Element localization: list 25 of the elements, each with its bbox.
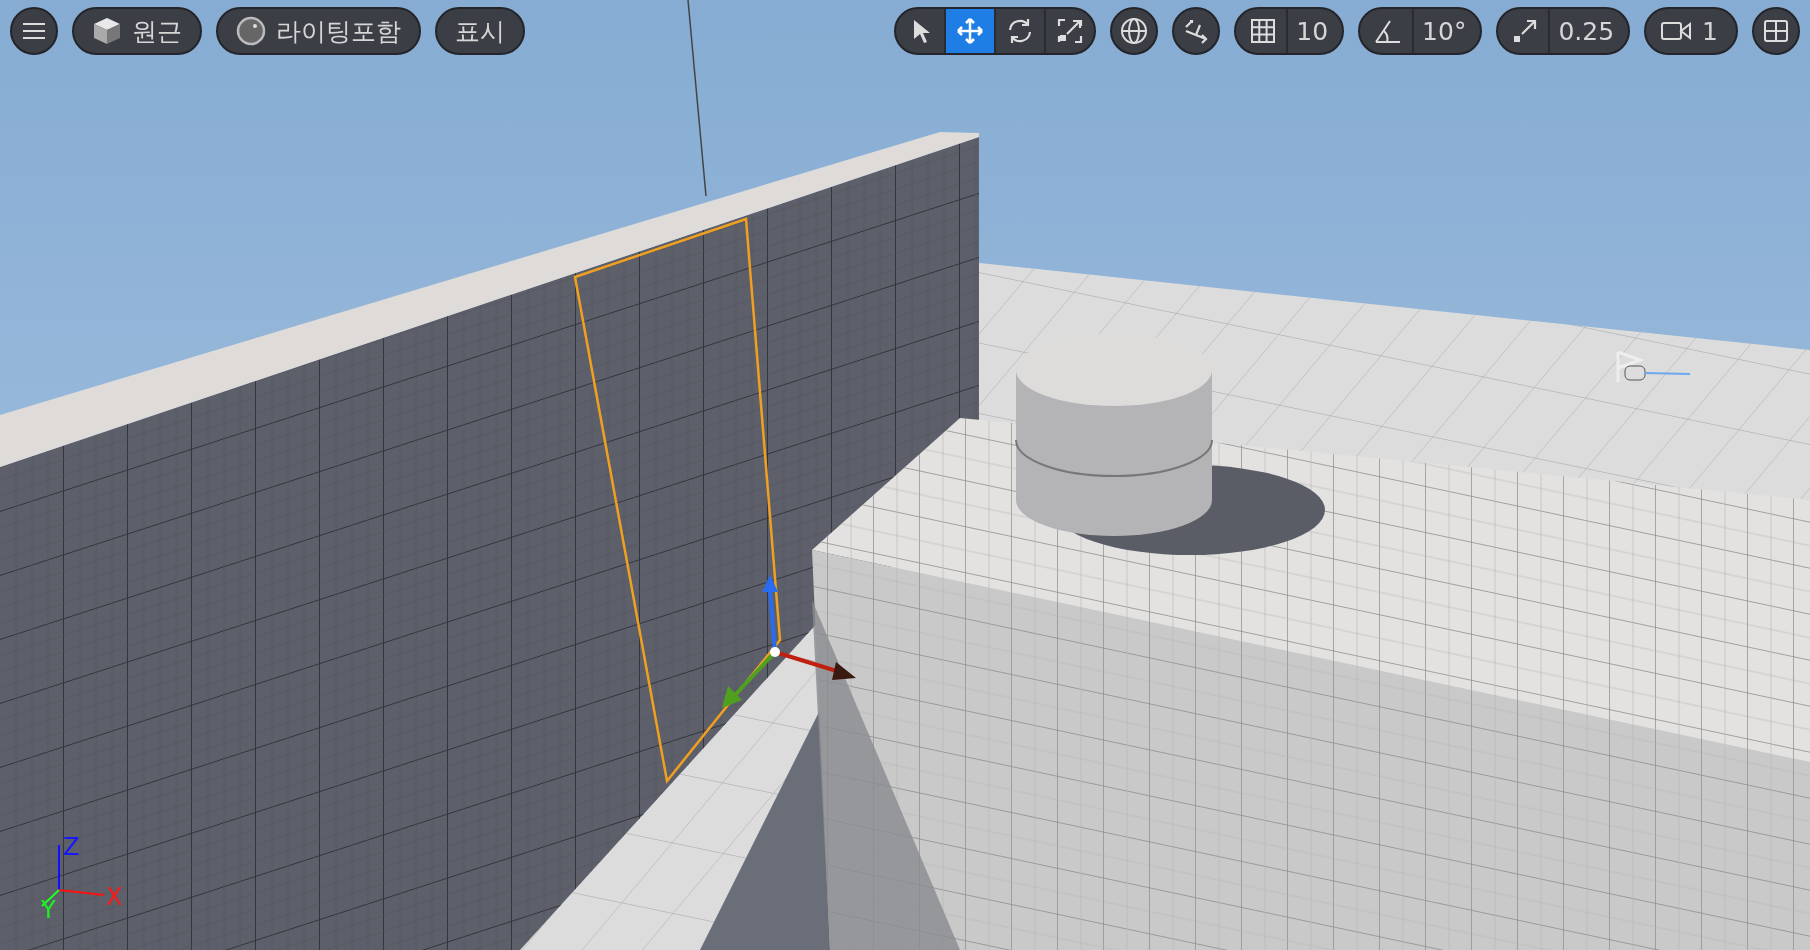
angle-snap-value[interactable]: 10° — [1412, 9, 1481, 53]
grid-snap-value[interactable]: 10 — [1286, 9, 1343, 53]
scale-icon — [1056, 17, 1085, 45]
level-viewport[interactable]: Z Y X 원근 라이팅포함 표시 10 10° 0.25 1 — [0, 0, 1810, 950]
view-mode-button[interactable]: 원근 — [72, 7, 202, 55]
camera-icon — [1660, 19, 1693, 43]
menu-icon — [23, 22, 45, 40]
move-tool-button[interactable] — [944, 9, 995, 53]
sphere-icon — [236, 16, 266, 46]
axis-label: Z — [63, 833, 80, 861]
camera-speed-button[interactable]: 1 — [1644, 7, 1738, 55]
move-icon — [956, 17, 985, 45]
grid-icon — [1250, 18, 1277, 44]
angle-icon — [1374, 18, 1403, 44]
layout-icon — [1763, 18, 1789, 44]
axis-label: X — [106, 883, 123, 911]
transform-gizmo[interactable] — [722, 575, 856, 708]
player-start-flag-icon[interactable] — [1616, 350, 1691, 384]
axis-label: Y — [41, 896, 56, 924]
scale-snap-value[interactable]: 0.25 — [1548, 9, 1629, 53]
lighting-mode-button[interactable]: 라이팅포함 — [216, 7, 421, 55]
globe-icon — [1120, 17, 1149, 45]
cube-icon — [92, 16, 122, 46]
show-button[interactable]: 표시 — [435, 7, 525, 55]
scale-arrow-icon — [1512, 18, 1539, 44]
